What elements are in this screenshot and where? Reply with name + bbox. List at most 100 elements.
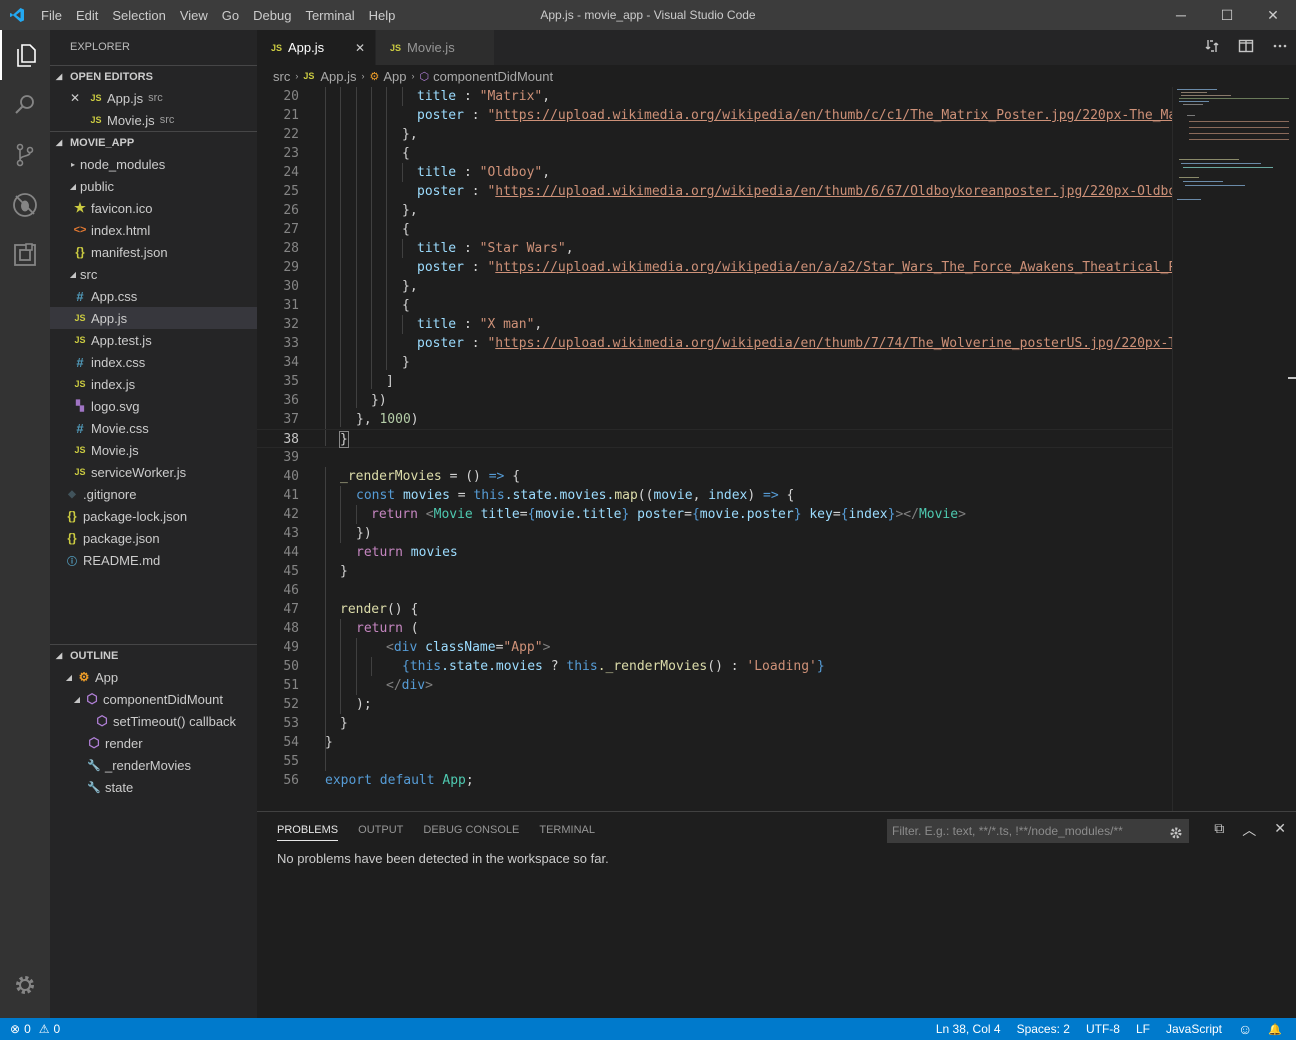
tab-output[interactable]: OUTPUT: [358, 812, 403, 848]
menu-view[interactable]: View: [173, 8, 215, 23]
extensions-icon[interactable]: [0, 230, 50, 280]
encoding[interactable]: UTF-8: [1086, 1022, 1120, 1036]
menu-go[interactable]: Go: [215, 8, 246, 23]
tab-terminal[interactable]: TERMINAL: [539, 812, 595, 848]
tree-item-movie-js[interactable]: JS Movie.js: [50, 439, 257, 461]
menu-edit[interactable]: Edit: [69, 8, 105, 23]
code-token: "App": [503, 640, 543, 655]
minimap-line: [1189, 133, 1289, 134]
problems-filter-input[interactable]: Filter. E.g.: text, **/*.ts, !**/node_mo…: [887, 819, 1189, 843]
line-number: 50: [283, 659, 299, 674]
chevron-down-icon: ◢: [69, 181, 77, 191]
outline-item-label: setTimeout() callback: [113, 713, 237, 729]
javascript-file-icon: JS: [74, 467, 86, 477]
tree-item-index-css[interactable]: # index.css: [50, 351, 257, 373]
minimap[interactable]: [1172, 87, 1296, 811]
maximize-button[interactable]: ☐: [1204, 0, 1250, 30]
menu-help[interactable]: Help: [362, 8, 403, 23]
open-changes-icon[interactable]: [1204, 38, 1220, 57]
menu-debug[interactable]: Debug: [246, 8, 298, 23]
indentation[interactable]: Spaces: 2: [1017, 1022, 1070, 1036]
scrollbar-position-marker[interactable]: [1288, 377, 1296, 379]
more-actions-icon[interactable]: [1272, 38, 1288, 57]
outline-item-component-did-mount[interactable]: ◢ ⬡ componentDidMount: [50, 688, 257, 710]
chevron-down-icon: ◢: [73, 694, 81, 704]
tab-movie-js[interactable]: JS Movie.js: [376, 30, 495, 65]
tree-item-app-test-js[interactable]: JS App.test.js: [50, 329, 257, 351]
code-token: =: [684, 507, 692, 522]
tree-item-index-html[interactable]: <> index.html: [50, 219, 257, 241]
code-link[interactable]: https://upload.wikimedia.org/wikipedia/e…: [495, 260, 1172, 275]
open-editor-app-js[interactable]: ✕ JS App.js src: [50, 87, 257, 109]
breadcrumb-class[interactable]: App: [383, 69, 406, 84]
breadcrumb-method[interactable]: componentDidMount: [433, 69, 553, 84]
source-control-icon[interactable]: [0, 130, 50, 180]
code-line-43: 43}): [257, 524, 1172, 543]
language-mode[interactable]: JavaScript: [1166, 1022, 1222, 1036]
code-link[interactable]: https://upload.wikimedia.org/wikipedia/e…: [495, 184, 1172, 199]
problems-status[interactable]: ⊗ 0 ⚠ 0: [0, 1022, 60, 1036]
tree-item-node-modules[interactable]: ▸ node_modules: [50, 153, 257, 175]
settings-gear-icon[interactable]: [0, 960, 50, 1010]
maximize-panel-icon[interactable]: ︿: [1242, 820, 1256, 840]
tab-app-js[interactable]: JS App.js ✕: [257, 30, 376, 65]
tree-item-app-css[interactable]: # App.css: [50, 285, 257, 307]
tree-item-service-worker-js[interactable]: JS serviceWorker.js: [50, 461, 257, 483]
code-token: movie: [653, 488, 693, 503]
tree-item-package-lock-json[interactable]: {} package-lock.json: [50, 505, 257, 527]
code-editor[interactable]: 20 title : "Matrix", 21 poster : "https://…: [257, 87, 1172, 811]
line-number: 29: [283, 260, 299, 275]
project-header[interactable]: ◢ MOVIE_APP: [50, 131, 257, 153]
tree-item-index-js[interactable]: JS index.js: [50, 373, 257, 395]
outline-item-set-timeout[interactable]: ⬡ setTimeout() callback: [50, 710, 257, 732]
line-number: 39: [283, 450, 299, 465]
debug-icon[interactable]: [0, 180, 50, 230]
tree-item-manifest-json[interactable]: {} manifest.json: [50, 241, 257, 263]
menu-selection[interactable]: Selection: [105, 8, 172, 23]
outline-item-app[interactable]: ◢ ⚙ App: [50, 666, 257, 688]
collapse-all-icon[interactable]: ⧉: [1214, 820, 1224, 840]
code-line-44: 44 return movies: [257, 543, 1172, 562]
tree-item-logo-svg[interactable]: ▚ logo.svg: [50, 395, 257, 417]
chevron-down-icon: ◢: [69, 269, 77, 279]
tree-item-favicon[interactable]: ★ favicon.ico: [50, 197, 257, 219]
cursor-position[interactable]: Ln 38, Col 4: [936, 1022, 1001, 1036]
open-editors-header[interactable]: ◢ OPEN EDITORS: [50, 65, 257, 87]
code-token: ((: [637, 488, 654, 503]
line-number: 34: [283, 355, 299, 370]
outline-header[interactable]: ◢ OUTLINE: [50, 644, 257, 666]
outline-item-render[interactable]: ⬡ render: [50, 732, 257, 754]
tree-item-app-js[interactable]: JS App.js: [50, 307, 257, 329]
notifications-bell-icon[interactable]: 🔔: [1268, 1023, 1282, 1036]
close-panel-icon[interactable]: ✕: [1274, 820, 1286, 840]
tree-item-movie-css[interactable]: # Movie.css: [50, 417, 257, 439]
menu-terminal[interactable]: Terminal: [298, 8, 361, 23]
explorer-icon[interactable]: [0, 30, 50, 80]
filter-settings-icon[interactable]: [1169, 824, 1183, 839]
line-ending[interactable]: LF: [1136, 1022, 1150, 1036]
feedback-smiley-icon[interactable]: ☺: [1238, 1021, 1252, 1037]
outline-item-state[interactable]: 🔧 state: [50, 776, 257, 798]
minimize-button[interactable]: ─: [1158, 0, 1204, 30]
tree-item-gitignore[interactable]: ◆ .gitignore: [50, 483, 257, 505]
code-link[interactable]: https://upload.wikimedia.org/wikipedia/e…: [495, 108, 1172, 123]
outline-item-render-movies[interactable]: 🔧 _renderMovies: [50, 754, 257, 776]
open-editor-movie-js[interactable]: JS Movie.js src: [50, 109, 257, 131]
tree-item-src[interactable]: ◢ src: [50, 263, 257, 285]
tree-item-label: serviceWorker.js: [91, 464, 187, 480]
close-window-button[interactable]: ✕: [1250, 0, 1296, 30]
breadcrumb-src[interactable]: src: [273, 69, 290, 84]
search-icon[interactable]: [0, 80, 50, 130]
close-icon[interactable]: ✕: [355, 41, 365, 55]
tab-problems[interactable]: PROBLEMS: [277, 819, 339, 841]
breadcrumb-separator: ›: [361, 71, 365, 81]
tree-item-readme[interactable]: ⓘ README.md: [50, 549, 257, 571]
tree-item-public[interactable]: ◢ public: [50, 175, 257, 197]
menu-file[interactable]: File: [34, 8, 69, 23]
code-link[interactable]: https://upload.wikimedia.org/wikipedia/e…: [495, 336, 1172, 351]
tab-debug-console[interactable]: DEBUG CONSOLE: [423, 812, 519, 848]
split-editor-icon[interactable]: [1238, 38, 1254, 57]
breadcrumb-file[interactable]: App.js: [320, 69, 356, 84]
close-icon[interactable]: ✕: [70, 91, 88, 105]
tree-item-package-json[interactable]: {} package.json: [50, 527, 257, 549]
